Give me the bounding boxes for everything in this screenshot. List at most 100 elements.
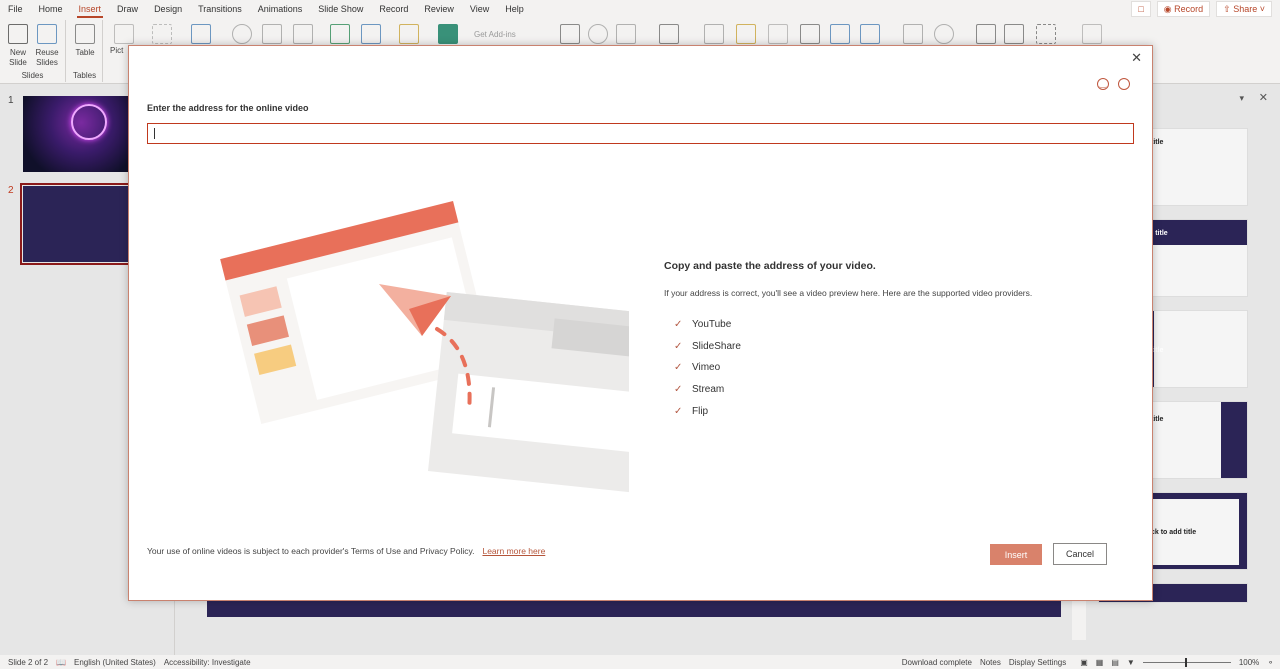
provider-item: ✓ Stream [674, 379, 741, 401]
slide-sorter-icon[interactable]: ▦ [1096, 658, 1104, 667]
insert-video-dialog: ✕ ‿ ⁀ Enter the address for the online v… [128, 45, 1153, 601]
text-box-icon[interactable] [704, 24, 724, 44]
zoom-icon[interactable] [560, 24, 580, 44]
notes-button[interactable]: Notes [980, 658, 1001, 667]
table-icon[interactable] [75, 24, 95, 44]
shapes-icon[interactable] [232, 24, 252, 44]
provider-name: Vimeo [692, 362, 721, 374]
tab-transitions[interactable]: Transitions [190, 0, 250, 18]
link-icon[interactable] [588, 24, 608, 44]
instructions-heading: Copy and paste the address of your video… [664, 260, 876, 272]
slide-thumbnail-2[interactable] [20, 183, 132, 265]
zoom-level[interactable]: 100% [1239, 658, 1259, 667]
neon-ring-image [71, 104, 107, 140]
tab-record[interactable]: Record [371, 0, 416, 18]
record-button[interactable]: ◉ Record [1156, 1, 1211, 17]
tab-view[interactable]: View [462, 0, 497, 18]
video-window-illustration [427, 291, 629, 498]
url-prompt: Enter the address for the online video [147, 103, 309, 113]
provider-item: ✓ Vimeo [674, 357, 741, 379]
tab-help[interactable]: Help [497, 0, 532, 18]
zoom-slider[interactable] [1142, 657, 1231, 667]
3d-models-icon[interactable] [293, 24, 313, 44]
slide-number-icon[interactable] [830, 24, 850, 44]
cameo-icon[interactable] [1082, 24, 1102, 44]
video-url-input[interactable] [147, 123, 1134, 144]
slideshow-icon[interactable]: ▼ [1127, 658, 1135, 667]
comments-button[interactable]: □ [1131, 1, 1151, 17]
provider-list: ✓ YouTube ✓ SlideShare ✓ Vimeo ✓ Stream ✓ Fli… [674, 314, 741, 422]
provider-name: SlideShare [692, 340, 741, 352]
date-time-icon[interactable] [800, 24, 820, 44]
pictures-button[interactable]: Pict [110, 46, 123, 56]
get-addins-button[interactable]: Get Add-ins [474, 30, 516, 40]
icons-icon[interactable] [262, 24, 282, 44]
accessibility-status[interactable]: Accessibility: Investigate [164, 658, 251, 667]
share-label: Share [1233, 4, 1258, 14]
symbol-icon[interactable] [934, 24, 954, 44]
normal-view-icon[interactable]: ▣ [1080, 658, 1088, 667]
tab-animations[interactable]: Animations [250, 0, 311, 18]
action-icon[interactable] [616, 24, 636, 44]
vertical-scrollbar[interactable] [1072, 600, 1086, 640]
display-settings-button[interactable]: Display Settings [1009, 658, 1066, 667]
equation-icon[interactable] [903, 24, 923, 44]
check-icon: ✓ [674, 340, 683, 352]
reuse-slides-icon[interactable] [37, 24, 57, 44]
check-icon: ✓ [674, 405, 683, 417]
object-icon[interactable] [860, 24, 880, 44]
forms-icon[interactable] [438, 24, 458, 44]
spellcheck-icon[interactable]: 📖 [56, 658, 66, 667]
download-status: Download complete [901, 657, 972, 667]
check-icon: ✓ [674, 319, 683, 331]
screenshot-icon[interactable] [152, 24, 172, 44]
slide-thumbnail-1[interactable] [23, 96, 129, 172]
provider-name: Flip [692, 405, 709, 417]
new-slide-button[interactable]: New Slide [4, 48, 32, 68]
terms-text: Your use of online videos is subject to … [147, 546, 475, 556]
reading-view-icon[interactable]: ▤ [1111, 658, 1119, 667]
learn-more-link[interactable]: Learn more here [482, 546, 545, 556]
tab-home[interactable]: Home [31, 0, 71, 18]
tab-draw[interactable]: Draw [109, 0, 146, 18]
comment-icon[interactable] [659, 24, 679, 44]
pane-close-icon[interactable]: ✕ [1259, 91, 1268, 104]
slides-group: New Slide Reuse Slides Slides [0, 20, 66, 82]
tab-slide-show[interactable]: Slide Show [310, 0, 371, 18]
audio-icon[interactable] [1004, 24, 1024, 44]
cancel-button[interactable]: Cancel [1053, 543, 1107, 565]
status-bar: Slide 2 of 2 📖 English (United States) A… [0, 655, 1280, 669]
slide-counter: Slide 2 of 2 [8, 657, 49, 667]
language[interactable]: English (United States) [74, 658, 156, 667]
smartart-icon[interactable] [330, 24, 350, 44]
share-button[interactable]: ⇧ Share ˅ [1216, 1, 1272, 17]
provider-name: YouTube [692, 319, 732, 331]
slide-number: 1 [8, 95, 14, 106]
instructions-text: If your address is correct, you'll see a… [664, 288, 1033, 298]
header-footer-icon[interactable] [736, 24, 756, 44]
smile-feedback-icon[interactable]: ‿ [1097, 78, 1109, 90]
video-icon[interactable] [976, 24, 996, 44]
frown-feedback-icon[interactable]: ⁀ [1118, 78, 1130, 90]
insert-button[interactable]: Insert [990, 544, 1042, 565]
provider-name: Stream [692, 384, 725, 396]
pictures-icon[interactable] [114, 24, 134, 44]
record-label: Record [1174, 4, 1204, 14]
table-button[interactable]: Table [69, 48, 101, 58]
check-icon: ✓ [674, 384, 683, 396]
tab-file[interactable]: File [0, 0, 31, 18]
chart-icon[interactable] [361, 24, 381, 44]
my-addins-icon[interactable] [399, 24, 419, 44]
wordart-icon[interactable] [768, 24, 788, 44]
provider-item: ✓ SlideShare [674, 336, 741, 358]
fit-slide-icon[interactable]: ⚬ [1267, 658, 1274, 667]
close-icon[interactable]: ✕ [1131, 50, 1142, 66]
photo-album-icon[interactable] [191, 24, 211, 44]
pane-options-icon[interactable]: ▾ [1239, 93, 1244, 104]
tab-review[interactable]: Review [416, 0, 462, 18]
reuse-slides-button[interactable]: Reuse Slides [33, 48, 61, 68]
tab-design[interactable]: Design [146, 0, 190, 18]
new-slide-icon[interactable] [8, 24, 28, 44]
screen-recording-icon[interactable] [1036, 24, 1056, 44]
tab-insert[interactable]: Insert [71, 0, 110, 18]
